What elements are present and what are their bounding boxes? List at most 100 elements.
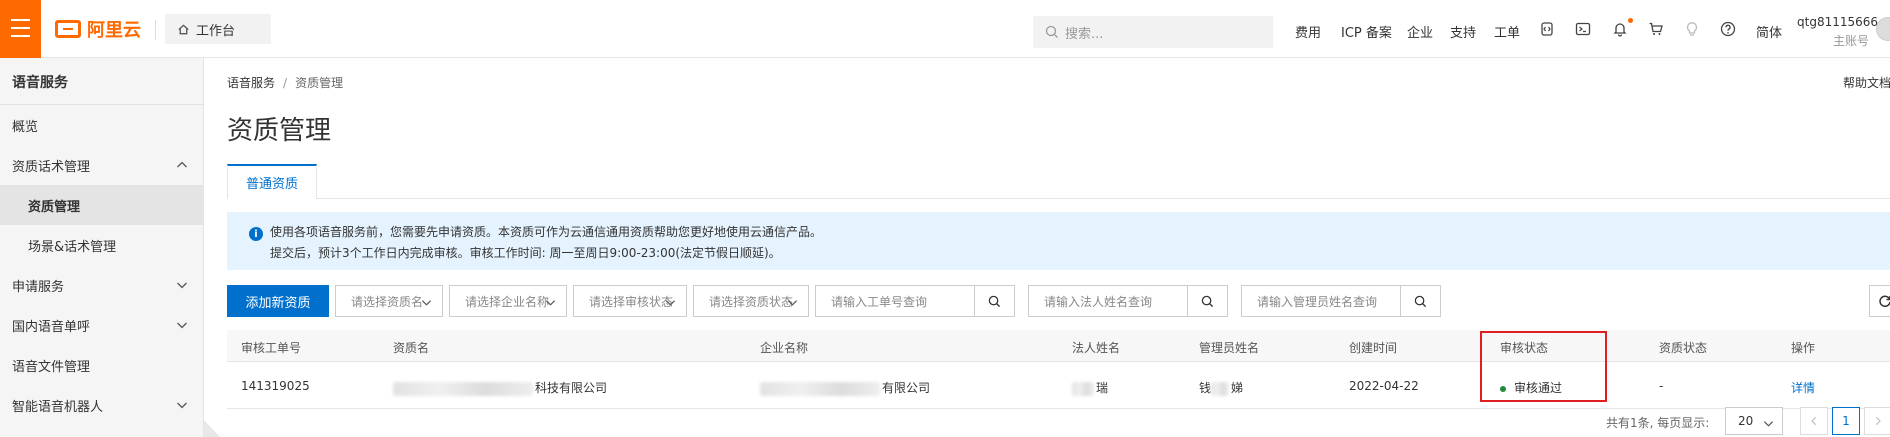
avatar[interactable] xyxy=(1876,17,1890,41)
sidebar-item-domestic-call[interactable]: 国内语音单呼 xyxy=(0,305,204,345)
menu-icon-line xyxy=(11,35,30,37)
chevron-down-icon xyxy=(177,322,187,329)
success-status-dot xyxy=(1500,385,1506,392)
search-placeholder: 搜索... xyxy=(1065,26,1104,42)
chevron-left-icon xyxy=(1811,416,1817,426)
prev-page-button[interactable] xyxy=(1800,407,1828,435)
refresh-icon xyxy=(1879,295,1890,308)
input-placeholder: 请输入工单号查询 xyxy=(831,294,928,309)
nav-support[interactable]: 支持 xyxy=(1450,22,1476,41)
column-header: 创建时间 xyxy=(1349,341,1398,355)
tab-bar: 普通资质 xyxy=(227,164,1890,199)
breadcrumb-item-current: 资质管理 xyxy=(295,76,344,90)
ticket-search-button[interactable] xyxy=(974,286,1014,316)
terminal-icon[interactable] xyxy=(1575,21,1591,37)
workbench-button[interactable]: 工作台 xyxy=(165,14,271,44)
breadcrumb: 语音服务 / 资质管理 xyxy=(227,74,343,91)
table-header: 审核工单号 资质名 企业名称 法人姓名 管理员姓名 创建时间 审核状态 资质状态… xyxy=(227,330,1890,362)
add-qualification-button[interactable]: 添加新资质 xyxy=(227,285,329,317)
legal-name-search-button[interactable] xyxy=(1187,286,1227,316)
admin-name-search-input[interactable]: 请输入管理员姓名查询 xyxy=(1241,285,1441,317)
pagination-summary: 共有1条, 每页显示: xyxy=(1606,416,1710,430)
column-header: 审核状态 xyxy=(1500,341,1549,355)
company-select[interactable]: 请选择企业名称 xyxy=(449,285,567,317)
select-placeholder: 请选择企业名称 xyxy=(465,294,550,309)
page-title: 资质管理 xyxy=(227,116,332,146)
sidebar-item-voice-robot[interactable]: 智能语音机器人 xyxy=(0,385,204,425)
notice-text: 提交后，预计3个工作日内完成审核。审核工作时间: 周一至周日9:00-23:00… xyxy=(270,246,781,260)
username: qtg81115666 xyxy=(1797,15,1879,29)
top-bar: 阿里云 工作台 搜索... 费用 ICP 备案 企业 支持 工单 简体 qtg8… xyxy=(0,0,1890,58)
next-page-button[interactable] xyxy=(1864,407,1890,435)
user-menu[interactable]: qtg81115666 主账号 xyxy=(1797,15,1879,49)
sidebar-item-label: 资质话术管理 xyxy=(12,159,91,175)
page-button-1[interactable]: 1 xyxy=(1832,407,1860,435)
aliyun-logo[interactable]: 阿里云 xyxy=(55,15,141,43)
sidebar-item-label: 国内语音单呼 xyxy=(12,319,91,335)
column-header: 审核工单号 xyxy=(241,341,302,355)
legal-name-search-input[interactable]: 请输入法人姓名查询 xyxy=(1028,285,1228,317)
qualification-name-select[interactable]: 请选择资质名 xyxy=(335,285,443,317)
global-search-input[interactable]: 搜索... xyxy=(1033,16,1273,48)
sidebar-item-apply-service[interactable]: 申请服务 xyxy=(0,265,204,305)
qualification-status-select[interactable]: 请选择资质状态 xyxy=(693,285,809,317)
cell-text: 钱 xyxy=(1199,381,1212,395)
redacted-text xyxy=(760,381,880,396)
page-size-select[interactable]: 20 xyxy=(1725,407,1783,435)
table-row: 141319025 科技有限公司 有限公司 瑞 钱娣 2022-04-22 审核… xyxy=(227,363,1890,409)
main-content: 语音服务 / 资质管理 帮助文档 资质管理 普通资质 i 使用各项语音服务前，您需要… xyxy=(205,58,1890,437)
sidebar-item-label: 智能语音机器人 xyxy=(12,399,104,415)
column-header: 操作 xyxy=(1791,341,1816,355)
details-link[interactable]: 详情 xyxy=(1791,379,1815,396)
qualification-name-cell: 科技有限公司 xyxy=(393,379,607,396)
nav-icp[interactable]: ICP 备案 xyxy=(1341,22,1392,41)
sidebar-item-label: 资质管理 xyxy=(28,199,81,215)
cart-icon[interactable] xyxy=(1648,21,1664,37)
admin-name-search-button[interactable] xyxy=(1400,286,1440,316)
search-icon xyxy=(1414,295,1427,307)
sidebar-item-scene-script[interactable]: 场景&话术管理 xyxy=(0,225,204,265)
column-header: 法人姓名 xyxy=(1072,341,1121,355)
sidebar-item-label: 语音文件管理 xyxy=(12,359,91,375)
aliyun-logo-icon xyxy=(55,20,81,38)
language-switch[interactable]: 简体 xyxy=(1756,22,1782,41)
sidebar: 语音服务 概览 资质话术管理 资质管理 场景&话术管理 申请服务 国内语音单呼 … xyxy=(0,58,204,437)
breadcrumb-item-voice-service[interactable]: 语音服务 xyxy=(227,76,275,90)
divider xyxy=(155,20,156,40)
refresh-button[interactable] xyxy=(1869,285,1890,317)
sidebar-item-voice-file[interactable]: 语音文件管理 xyxy=(0,345,204,385)
search-icon xyxy=(988,295,1001,307)
nav-ticket[interactable]: 工单 xyxy=(1494,22,1520,41)
sidebar-item-qualification-script[interactable]: 资质话术管理 xyxy=(0,145,204,185)
menu-icon xyxy=(11,19,30,21)
ticket-cell: 141319025 xyxy=(241,379,310,393)
review-status-select[interactable]: 请选择审核状态 xyxy=(573,285,687,317)
chevron-right-icon xyxy=(1875,416,1881,426)
ticket-search-input[interactable]: 请输入工单号查询 xyxy=(815,285,1015,317)
column-header: 管理员姓名 xyxy=(1199,341,1260,355)
bell-icon[interactable] xyxy=(1612,21,1628,37)
sidebar-item-overview[interactable]: 概览 xyxy=(0,105,204,145)
sidebar-item-label: 场景&话术管理 xyxy=(28,239,117,255)
sidebar-item-qualification-management[interactable]: 资质管理 xyxy=(0,185,204,225)
help-doc-link[interactable]: 帮助文档 xyxy=(1843,74,1890,91)
nav-billing[interactable]: 费用 xyxy=(1295,22,1321,41)
menu-toggle-button[interactable] xyxy=(0,0,41,58)
cell-text: 瑞 xyxy=(1096,381,1109,395)
chevron-up-icon xyxy=(177,161,187,168)
code-icon[interactable] xyxy=(1539,21,1555,37)
column-header: 资质状态 xyxy=(1659,341,1708,355)
lightbulb-icon[interactable] xyxy=(1684,21,1700,37)
help-icon[interactable] xyxy=(1720,21,1736,37)
tab-general-qualification[interactable]: 普通资质 xyxy=(227,164,317,199)
status-badge: 审核通过 xyxy=(1514,381,1563,395)
cell-text: 科技有限公司 xyxy=(535,381,608,395)
notice-text: 使用各项语音服务前，您需要先申请资质。本资质可作为云通信通用资质帮助您更好地使用… xyxy=(270,225,823,239)
search-icon xyxy=(1201,295,1214,307)
home-icon xyxy=(178,23,189,34)
nav-enterprise[interactable]: 企业 xyxy=(1407,22,1433,41)
select-placeholder: 请选择资质名 xyxy=(351,294,424,309)
select-placeholder: 请选择资质状态 xyxy=(709,294,794,309)
chevron-down-icon xyxy=(421,300,432,306)
chevron-down-icon xyxy=(177,282,187,289)
